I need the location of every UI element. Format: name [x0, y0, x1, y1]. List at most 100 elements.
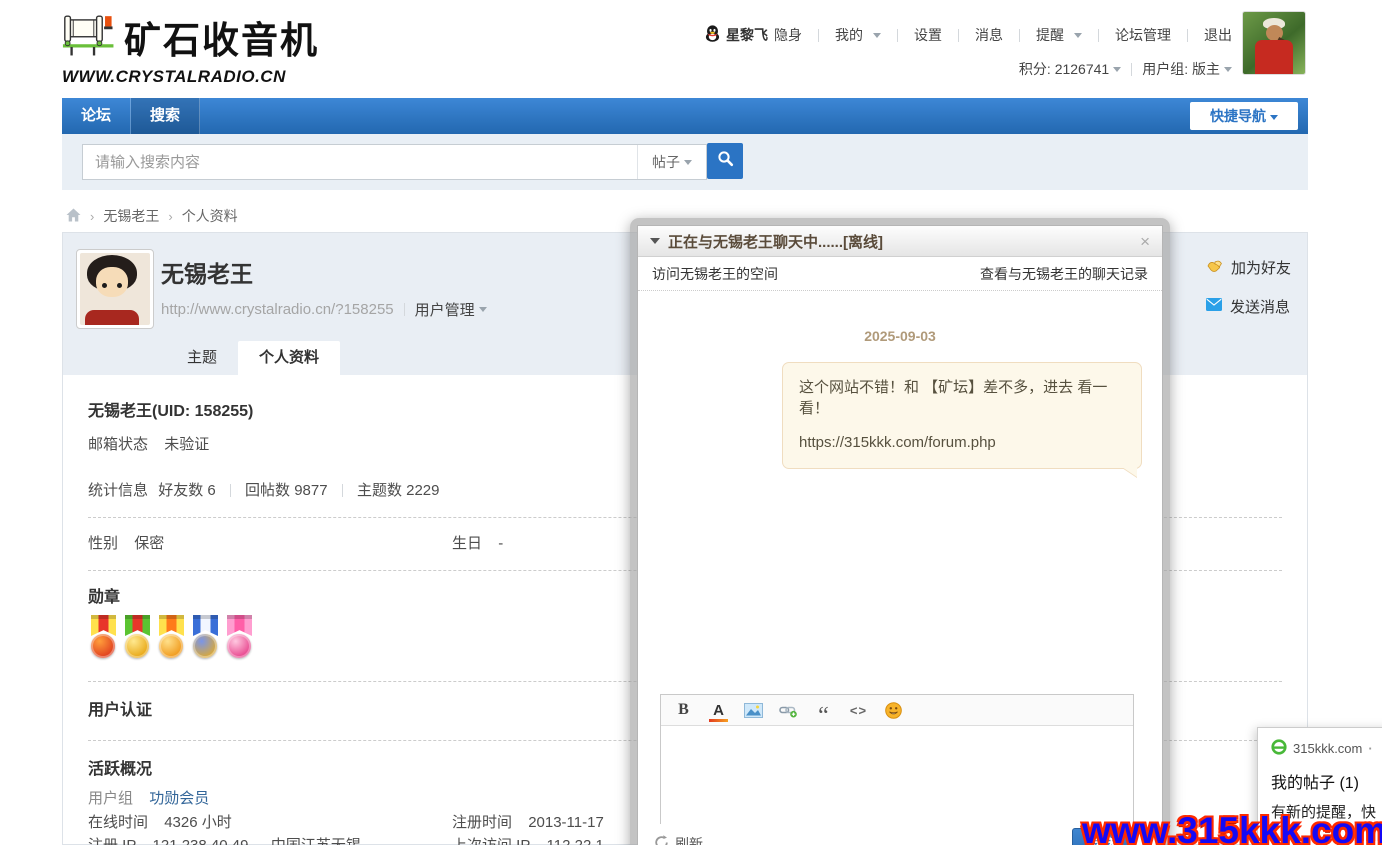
- browser-logo-icon: [1271, 739, 1287, 758]
- logo-subtitle: WWW.CRYSTALRADIO.CN: [62, 67, 319, 87]
- divider: [1019, 29, 1020, 42]
- stat-replies[interactable]: 回帖数 9877: [245, 482, 328, 499]
- font-color-icon[interactable]: A: [708, 699, 729, 721]
- menu-logout[interactable]: 退出: [1204, 25, 1232, 45]
- profile-space-url[interactable]: http://www.crystalradio.cn/?158255: [161, 301, 394, 318]
- regtime-value: 2013-11-17: [528, 814, 604, 831]
- regtime-label: 注册时间: [452, 814, 512, 831]
- search-icon: [717, 150, 734, 172]
- profile-username: 无锡老王: [161, 255, 253, 289]
- popup-header: 315kkk.com ·: [1271, 739, 1382, 758]
- breadcrumb-separator: ›: [168, 209, 172, 224]
- visit-space-link[interactable]: 访问无锡老王的空间: [652, 264, 778, 284]
- chat-message-link[interactable]: https://315kkk.com/forum.php: [799, 434, 1125, 451]
- search-input[interactable]: [83, 147, 637, 177]
- breadcrumb-user[interactable]: 无锡老王: [103, 206, 159, 226]
- current-username[interactable]: 星黎飞: [726, 25, 768, 45]
- watermark: www.315kkk.com: [1082, 810, 1382, 845]
- page: 矿石收音机 WWW.CRYSTALRADIO.CN 星黎飞: [0, 0, 1382, 845]
- popup-site: 315kkk.com: [1293, 741, 1362, 756]
- breadcrumb-current: 个人资料: [182, 206, 238, 226]
- chat-input[interactable]: [661, 726, 1133, 824]
- stats-label: 统计信息: [88, 482, 148, 499]
- close-icon[interactable]: ×: [1140, 233, 1150, 250]
- divider: [818, 29, 819, 42]
- menu-forum-admin[interactable]: 论坛管理: [1115, 25, 1171, 45]
- chevron-down-icon: [684, 160, 692, 165]
- chevron-down-icon: [1113, 67, 1121, 72]
- popup-menu-dot[interactable]: ·: [1368, 741, 1372, 756]
- nav-search[interactable]: 搜索: [131, 98, 200, 134]
- chevron-down-icon: [479, 307, 487, 312]
- image-icon[interactable]: [743, 699, 764, 721]
- birthday-value: -: [498, 535, 503, 552]
- gender-label: 性别: [88, 535, 118, 552]
- menu-reminders[interactable]: 提醒: [1036, 25, 1064, 45]
- birthday-label: 生日: [452, 535, 482, 552]
- view-history-link[interactable]: 查看与无锡老王的聊天记录: [980, 264, 1148, 284]
- score-dropdown[interactable]: 积分: 2126741: [1019, 59, 1109, 79]
- add-friend-button[interactable]: 加为好友: [1206, 257, 1291, 278]
- current-user-avatar[interactable]: [1242, 11, 1306, 75]
- refresh-button[interactable]: 刷新: [654, 834, 703, 845]
- divider: [1187, 29, 1188, 42]
- stat-threads[interactable]: 主题数 2229: [357, 482, 440, 499]
- code-icon[interactable]: <>: [848, 699, 869, 721]
- quote-icon[interactable]: “: [813, 693, 834, 727]
- search-scope-dropdown[interactable]: 帖子: [637, 145, 706, 179]
- refresh-icon: [654, 835, 669, 845]
- tab-threads[interactable]: 主题: [166, 341, 238, 375]
- avatar-shirt: [1255, 40, 1293, 74]
- regip-label: 注册 IP: [88, 837, 136, 845]
- user-menu: 星黎飞 隐身 我的 设置 消息 提醒 论坛管理 退出 积分: 2126741 用…: [705, 0, 1232, 79]
- chat-window: 正在与无锡老王聊天中......[离线] × 访问无锡老王的空间 查看与无锡老王…: [637, 225, 1163, 845]
- usergroup-label: 用户组: [88, 790, 133, 807]
- divider: [958, 29, 959, 42]
- chevron-down-icon: [1224, 67, 1232, 72]
- lastip-value: 112.22.1: [547, 837, 604, 845]
- envelope-icon: [1206, 298, 1222, 315]
- smiley-icon[interactable]: [883, 699, 904, 721]
- stat-friends[interactable]: 好友数 6: [158, 482, 216, 499]
- chat-links-row: 访问无锡老王的空间 查看与无锡老王的聊天记录: [638, 257, 1162, 291]
- menu-settings[interactable]: 设置: [914, 25, 942, 45]
- medal-icon: [156, 615, 187, 663]
- breadcrumb-separator: ›: [90, 209, 94, 224]
- chat-titlebar[interactable]: 正在与无锡老王聊天中......[离线] ×: [638, 226, 1162, 257]
- qq-penguin-icon: [705, 25, 720, 45]
- regip-value: 121.238.40.49 - - 中国江苏无锡: [153, 837, 361, 845]
- profile-avatar-image: [80, 253, 150, 325]
- chat-editor: B A “ <>: [660, 694, 1134, 824]
- profile-actions: 加为好友 发送消息: [1206, 257, 1291, 335]
- menu-my[interactable]: 我的: [835, 25, 863, 45]
- profile-url-row: http://www.crystalradio.cn/?158255 用户管理: [161, 299, 487, 320]
- profile-avatar[interactable]: [76, 249, 154, 329]
- usergroup-dropdown[interactable]: 用户组: 版主: [1142, 59, 1220, 79]
- divider: [1131, 63, 1132, 76]
- search-group: 帖子: [82, 144, 707, 180]
- search-button[interactable]: [707, 143, 743, 179]
- collapse-arrow-icon[interactable]: [650, 238, 660, 244]
- chat-date: 2025-09-03: [638, 328, 1162, 344]
- home-icon[interactable]: [66, 208, 81, 225]
- tab-profile[interactable]: 个人资料: [238, 341, 340, 375]
- chat-message-area: 2025-09-03 这个网站不错！和 【矿坛】差不多，进去 看一看！ http…: [638, 292, 1162, 692]
- site-logo[interactable]: 矿石收音机 WWW.CRYSTALRADIO.CN: [62, 6, 319, 87]
- quick-nav-button[interactable]: 快捷导航: [1190, 102, 1298, 130]
- chat-message-bubble: 这个网站不错！和 【矿坛】差不多，进去 看一看！ https://315kkk.…: [782, 362, 1142, 469]
- gender-value: 保密: [134, 535, 164, 552]
- medal-icon: [224, 615, 255, 663]
- popup-my-posts-link[interactable]: 我的帖子 (1): [1271, 769, 1382, 793]
- chat-message-text: 这个网站不错！和 【矿坛】差不多，进去 看一看！: [799, 376, 1125, 418]
- bubble-tail: [1122, 467, 1137, 477]
- usergroup-link[interactable]: 功勋会员: [149, 790, 209, 807]
- bold-icon[interactable]: B: [673, 699, 694, 721]
- chat-dialog: 正在与无锡老王聊天中......[离线] × 访问无锡老王的空间 查看与无锡老王…: [630, 218, 1170, 845]
- link-icon[interactable]: [778, 699, 799, 721]
- menu-messages[interactable]: 消息: [975, 25, 1003, 45]
- nav-forum[interactable]: 论坛: [62, 98, 131, 134]
- send-message-button[interactable]: 发送消息: [1206, 296, 1291, 317]
- handshake-icon: [1206, 258, 1223, 277]
- user-manage-dropdown[interactable]: 用户管理: [415, 299, 475, 320]
- online-label: 在线时间: [88, 814, 148, 831]
